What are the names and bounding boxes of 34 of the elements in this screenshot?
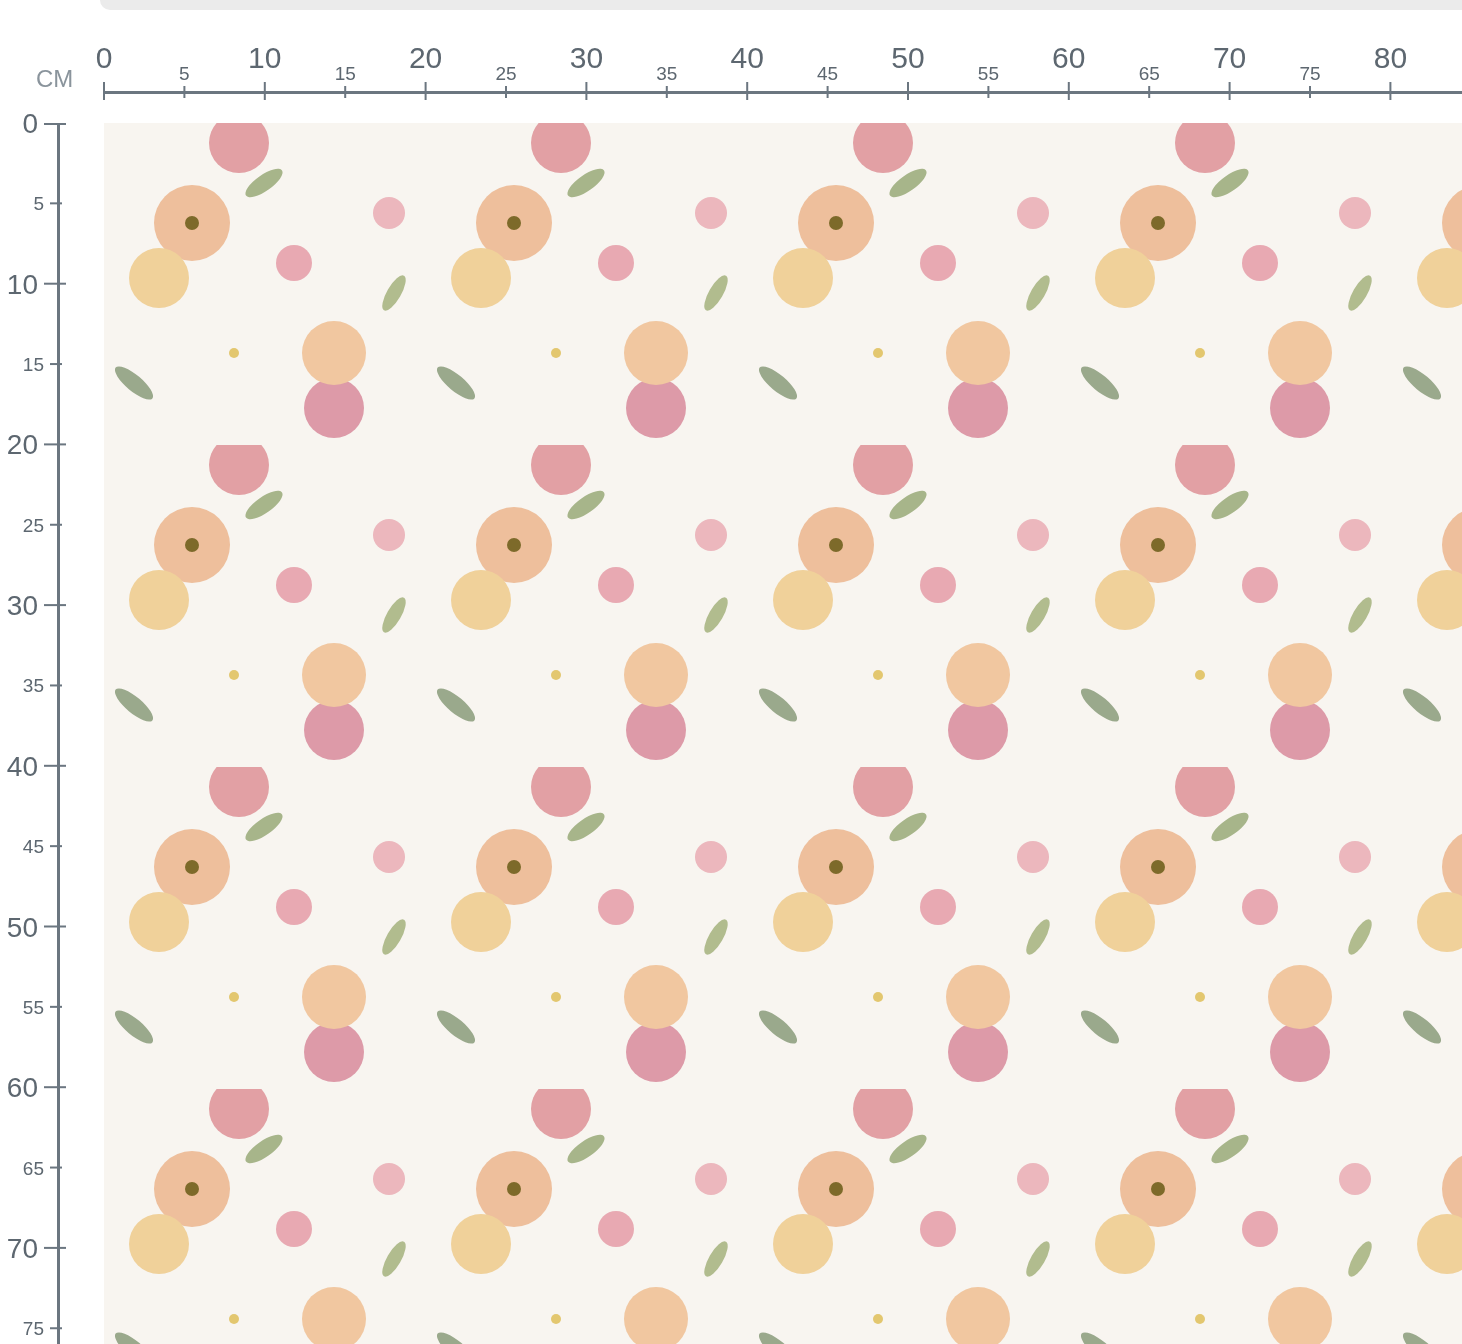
ruler-label: 60	[1052, 41, 1086, 74]
ruler-label: 55	[22, 996, 44, 1018]
ruler-label: 15	[22, 354, 44, 376]
ruler-label: 10	[6, 268, 38, 300]
ruler-label: 75	[1299, 63, 1321, 84]
ruler-label: 65	[22, 1157, 44, 1179]
ruler-label: 40	[6, 750, 38, 782]
ruler-label: 15	[334, 63, 356, 84]
ruler-label: 50	[891, 41, 925, 74]
ruler-label: 70	[6, 1232, 38, 1264]
ruler-label: 75	[22, 1318, 44, 1340]
ruler-label: 5	[179, 63, 190, 84]
ruler-label: 20	[6, 429, 38, 461]
ruler-label: 25	[495, 63, 517, 84]
ruler-label: 35	[656, 63, 678, 84]
unit-label: CM	[36, 65, 74, 92]
ruler-label: 20	[408, 41, 443, 74]
ruler-label: 0	[22, 108, 38, 139]
ruler-label: 0	[95, 41, 113, 74]
ruler-label: 70	[1212, 41, 1247, 74]
ruler-label: 25	[22, 514, 44, 536]
ruler-label: 60	[6, 1072, 38, 1104]
ruler-label: 5	[33, 193, 44, 215]
ruler-label: 80	[1373, 41, 1408, 74]
ruler-label: 10	[248, 41, 282, 74]
ruler-label: 30	[569, 41, 604, 74]
ruler-label: 65	[1138, 63, 1160, 84]
ruler-label: 45	[22, 836, 44, 858]
ruler-label: 40	[730, 41, 764, 74]
ruler-label: 50	[6, 911, 38, 943]
ruler-label: 35	[22, 675, 44, 697]
ruler-label: 30	[6, 590, 38, 622]
ruler-label: 55	[977, 63, 999, 84]
ruler-label: 45	[817, 63, 839, 84]
